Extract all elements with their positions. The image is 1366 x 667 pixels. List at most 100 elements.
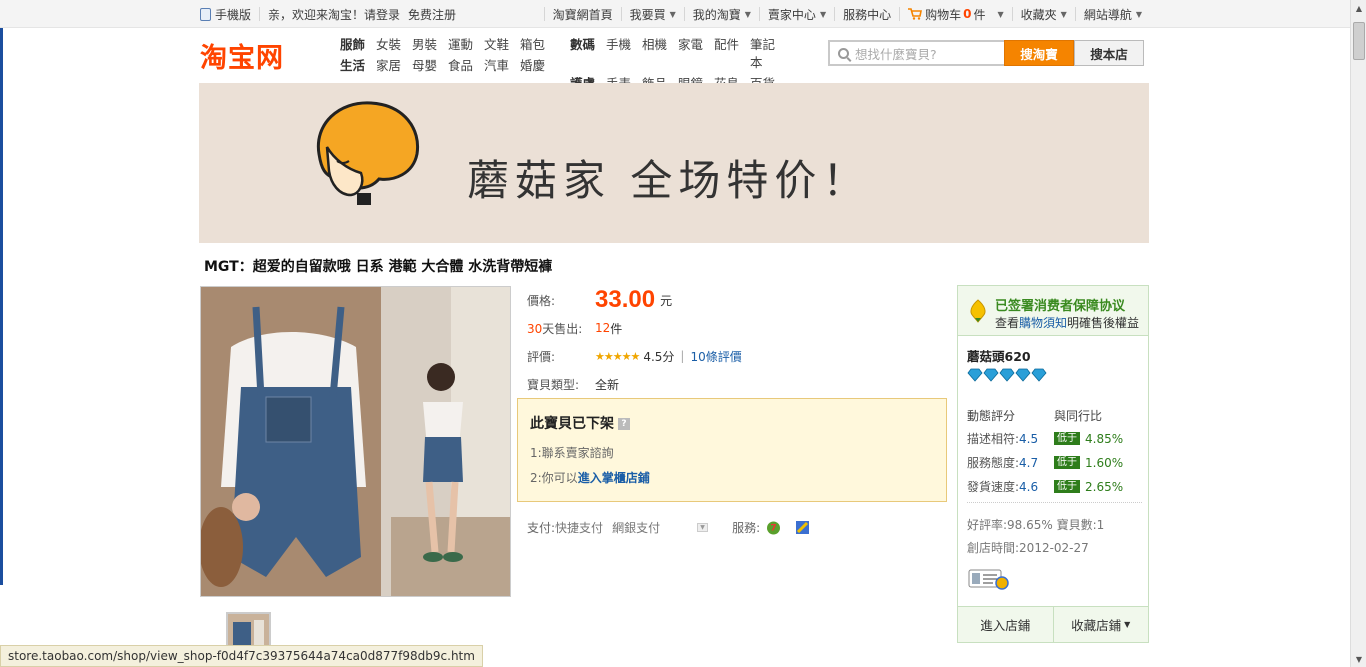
chevron-down-icon: ▼ [744, 9, 751, 19]
cat-item[interactable]: 家電 [678, 36, 714, 72]
vertical-scrollbar[interactable]: ▲ ▼ [1350, 0, 1366, 667]
purchase-notice-link[interactable]: 購物須知 [1019, 316, 1067, 330]
enter-shop-button[interactable]: 進入店鋪 [958, 607, 1054, 642]
cat-item[interactable]: 婚慶 [520, 57, 556, 75]
scroll-down-icon[interactable]: ▼ [1351, 651, 1366, 667]
guarantee-icon[interactable] [795, 520, 810, 535]
search-input[interactable]: 想找什麼寶貝? [828, 40, 1004, 66]
type-value: 全新 [595, 377, 620, 392]
reviews-link[interactable]: 10條評價 [690, 348, 741, 365]
agreement-title: 已签署消费者保障协议 [995, 299, 1126, 314]
chevron-down-icon[interactable]: ▼ [697, 523, 709, 532]
cat-item[interactable]: 手機 [606, 36, 642, 72]
enter-shop-link[interactable]: 進入掌櫃店鋪 [578, 471, 650, 485]
scroll-thumb[interactable] [1353, 22, 1365, 60]
protection-agreement: 已签署消费者保障协议 查看購物須知明確售後權益 [958, 286, 1148, 336]
taobao-home-link[interactable]: 淘寶網首頁 [543, 7, 621, 22]
my-taobao-menu[interactable]: 我的淘寶 ▼ [683, 7, 759, 22]
cart-menu[interactable]: 购物车 0 件 ▼ [899, 7, 1012, 22]
cat-item[interactable]: 相機 [642, 36, 678, 72]
chevron-down-icon: ▼ [669, 9, 676, 19]
product-main-image[interactable] [200, 286, 511, 597]
sold-label: 天售出: [542, 321, 583, 336]
welcome-text: 亲，欢迎来淘宝！请 登录 免费注册 [259, 6, 464, 23]
shop-since: 創店時間:2012-02-27 [967, 541, 1089, 555]
cat-item[interactable]: 男裝 [412, 36, 448, 54]
payment-row: 支付: 快捷支付 網銀支付 ▼ 服務: 7 [527, 519, 947, 536]
diamond-icon [967, 368, 1047, 382]
mobile-link[interactable]: 手機版 [200, 7, 259, 22]
product-title: MGT：超爱的自留款哦 日系 港範 大合體 水洗背帶短褲 [204, 259, 553, 275]
cat-item[interactable]: 女裝 [376, 36, 412, 54]
cart-icon [908, 8, 923, 20]
scroll-up-icon[interactable]: ▲ [1351, 0, 1366, 16]
cat-item[interactable]: 服飾 [340, 36, 376, 54]
phone-icon [200, 7, 211, 21]
cat-item[interactable]: 食品 [448, 57, 484, 75]
search-store-button[interactable]: 搜本店 [1074, 40, 1144, 66]
cat-item[interactable]: 母嬰 [412, 57, 448, 75]
type-label: 寶貝類型: [527, 377, 580, 392]
search-taobao-button[interactable]: 搜淘寶 [1004, 40, 1074, 66]
rating-label: 評價: [527, 349, 556, 364]
cat-item[interactable]: 筆記本 [750, 36, 786, 72]
dynamic-score-header: 動態評分 與同行比 [967, 409, 1103, 423]
shop-banner[interactable]: 蘑菇家 全场特价！ [199, 83, 1149, 243]
cat-item[interactable]: 配件 [714, 36, 750, 72]
register-link[interactable]: 免费注册 [408, 6, 456, 23]
search-bar: 想找什麼寶貝? 搜淘寶 搜本店 [828, 40, 1144, 66]
sold-days: 30 [527, 321, 543, 336]
rating-row: 評價: ★★★★★ 4.5分 | 10條評價 [527, 348, 742, 365]
delisted-title: 此寶貝已下架 [530, 416, 614, 432]
chevron-down-icon: ▼ [819, 9, 827, 19]
pay-quick: 快捷支付 [555, 521, 604, 535]
site-nav-menu[interactable]: 網站導航 ▼ [1074, 7, 1150, 22]
seller-name[interactable]: 蘑菇頭620 [967, 346, 1031, 365]
type-row: 寶貝類型: 全新 [527, 370, 947, 398]
lower-badge: 低于 [1054, 480, 1080, 493]
enter-shop-hint: 2:你可以進入掌櫃店鋪 [530, 471, 650, 485]
favorites-menu[interactable]: 收藏夾 ▼ [1011, 7, 1075, 22]
cat-item[interactable]: 箱包 [520, 36, 556, 54]
banner-slogan: 蘑菇家 全场特价！ [467, 156, 871, 205]
certification-icon[interactable] [968, 568, 1010, 590]
taobao-logo[interactable]: 淘宝网 [200, 36, 284, 75]
cat-item[interactable]: 生活 [340, 57, 376, 75]
price-label: 價格: [527, 293, 556, 308]
cat-item[interactable]: 汽車 [484, 57, 520, 75]
seller-center-menu[interactable]: 賣家中心 ▼ [758, 7, 834, 22]
contact-seller-hint: 1:聯系賣家諮詢 [530, 446, 614, 460]
mushroom-mascot-icon [316, 101, 420, 205]
seven-day-return-icon[interactable]: 7 [766, 520, 781, 535]
cat-item[interactable]: 數碼 [570, 36, 606, 72]
score-row: 描述相符:4.5 低于 4.85% [967, 431, 1124, 447]
search-icon [838, 47, 849, 59]
site-header: 淘宝网 服飾 女裝 男裝 運動 文鞋 箱包 生活 家居 母嬰 食品 汽車 婚慶 … [200, 30, 1150, 91]
chevron-down-icon: ▼ [1060, 9, 1067, 19]
star-rating-icon: ★★★★★ [595, 349, 640, 363]
service-center-link[interactable]: 服務中心 [834, 7, 899, 22]
favorite-shop-button[interactable]: 收藏店鋪 ▼ [1054, 607, 1149, 642]
cat-item[interactable]: 運動 [448, 36, 484, 54]
seller-panel: 已签署消费者保障协议 查看購物須知明確售後權益 蘑菇頭620 動態評分 與同行比… [957, 285, 1149, 643]
rating-score: 4.5分 [643, 349, 675, 364]
seller-stats: 好評率:98.65% 寶貝數:1 [967, 518, 1105, 532]
cat-item[interactable]: 文鞋 [484, 36, 520, 54]
help-icon[interactable]: ? [618, 418, 630, 430]
login-link[interactable]: 登录 [376, 6, 400, 23]
product-info: 價格: 33.00 元 30天售出: 12 件 評價: ★★★★★ 4.5分 | … [527, 286, 947, 398]
score-row: 發貨速度:4.6 低于 2.65% [967, 479, 1124, 495]
sold-row: 30天售出: 12 件 [527, 314, 947, 342]
site-topbar: 手機版 亲，欢迎来淘宝！请 登录 免费注册 淘寶網首頁 我要買 ▼ 我的淘寶 ▼ 賣家中… [0, 0, 1350, 28]
cat-item[interactable]: 家居 [376, 57, 412, 75]
divider [967, 502, 1142, 503]
sold-count: 12 [595, 321, 611, 335]
chevron-down-icon: ▼ [1124, 620, 1131, 629]
sold-unit: 件 [610, 321, 623, 336]
lower-badge: 低于 [1054, 456, 1080, 469]
chevron-down-icon: ▼ [1135, 9, 1142, 19]
product-photo [201, 287, 510, 596]
category-nav-a: 服飾 女裝 男裝 運動 文鞋 箱包 生活 家居 母嬰 食品 汽車 婚慶 [340, 36, 556, 75]
buy-menu[interactable]: 我要買 ▼ [620, 7, 684, 22]
score-row: 服務態度:4.7 低于 1.60% [967, 455, 1124, 471]
